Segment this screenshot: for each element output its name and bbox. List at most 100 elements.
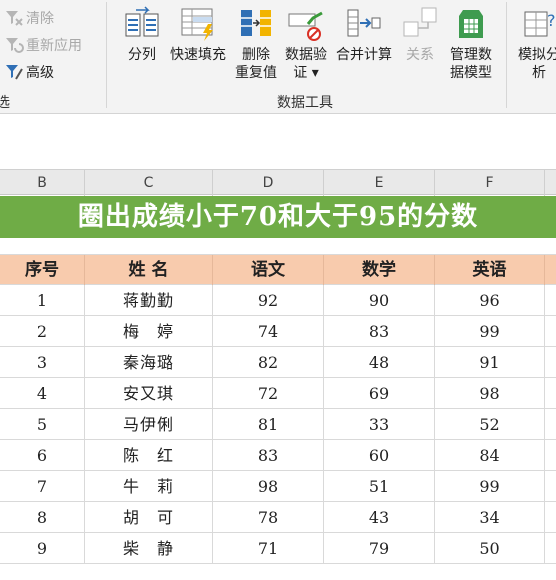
cell-math[interactable]: 33 (324, 409, 435, 440)
header-math[interactable]: 数学 (324, 255, 435, 285)
manage-data-model-line1: 管理数 (450, 47, 492, 63)
consolidate-icon (347, 9, 381, 37)
cell-english[interactable]: 34 (435, 502, 545, 533)
cell-name[interactable]: 秦海璐 (85, 347, 213, 378)
group-separator (506, 2, 507, 108)
header-number[interactable]: 序号 (0, 255, 85, 285)
table-row: 9 柴 静 71 79 50 (0, 533, 556, 564)
empty-row[interactable] (0, 565, 556, 580)
cell-math[interactable]: 43 (324, 502, 435, 533)
manage-data-model-button[interactable]: 管理数 据模型 (444, 6, 498, 82)
cell-math[interactable]: 83 (324, 316, 435, 347)
column-header-c[interactable]: C (85, 170, 213, 196)
remove-duplicates-button[interactable]: 删除 重复值 (232, 6, 280, 82)
cell-chinese[interactable]: 82 (213, 347, 324, 378)
remove-duplicates-line1: 删除 (242, 47, 270, 63)
table-row: 5 马伊俐 81 33 52 (0, 409, 556, 440)
cell-english[interactable]: 84 (435, 440, 545, 471)
what-if-line2: 析 (532, 65, 546, 81)
cell-english[interactable]: 99 (435, 316, 545, 347)
header-chinese[interactable]: 语文 (213, 255, 324, 285)
data-validation-line2: 证 ▾ (293, 65, 319, 81)
advanced-filter-icon (6, 65, 23, 80)
column-header-f[interactable]: F (435, 170, 545, 196)
data-tools-group-label: 数据工具 (277, 95, 333, 111)
data-validation-button[interactable]: 数据验 证 ▾ (282, 6, 330, 82)
cell-name[interactable]: 柴 静 (85, 533, 213, 564)
sheet-title[interactable]: 圈出成绩小于70和大于95的分数 (0, 196, 556, 238)
data-model-icon (459, 10, 483, 38)
column-header-g[interactable] (545, 170, 556, 196)
cell-number[interactable]: 1 (0, 285, 85, 316)
clear-filter-button[interactable]: 清除 (4, 8, 54, 28)
remove-duplicates-line2: 重复值 (235, 65, 277, 81)
flash-fill-button[interactable]: 快速填充 (166, 6, 230, 64)
cell-chinese[interactable]: 81 (213, 409, 324, 440)
cell-name[interactable]: 陈 红 (85, 440, 213, 471)
cell-number[interactable]: 4 (0, 378, 85, 409)
cell-number[interactable]: 9 (0, 533, 85, 564)
cell-chinese[interactable]: 74 (213, 316, 324, 347)
reapply-button[interactable]: 重新应用 (4, 35, 82, 55)
cell-name[interactable]: 蒋勤勤 (85, 285, 213, 316)
cell-english[interactable]: 98 (435, 378, 545, 409)
cell-number[interactable]: 7 (0, 471, 85, 502)
cell-english[interactable]: 99 (435, 471, 545, 502)
table-row: 8 胡 可 78 43 34 (0, 502, 556, 533)
remove-duplicates-icon (241, 10, 271, 36)
cell-math[interactable]: 51 (324, 471, 435, 502)
text-to-columns-button[interactable]: 分列 (120, 6, 164, 64)
cell-chinese[interactable]: 72 (213, 378, 324, 409)
cell-number[interactable]: 6 (0, 440, 85, 471)
table-row: 6 陈 红 83 60 84 (0, 440, 556, 471)
manage-data-model-line2: 据模型 (450, 65, 492, 81)
split-columns-icon (125, 6, 159, 37)
consolidate-button[interactable]: 合并计算 (332, 6, 396, 64)
cell-english[interactable]: 91 (435, 347, 545, 378)
cell-english[interactable]: 50 (435, 533, 545, 564)
relationships-label: 关系 (406, 47, 434, 63)
cell-english[interactable]: 96 (435, 285, 545, 316)
cell-name[interactable]: 梅 婷 (85, 316, 213, 347)
cell-name[interactable]: 胡 可 (85, 502, 213, 533)
cell-math[interactable]: 60 (324, 440, 435, 471)
cell-chinese[interactable]: 83 (213, 440, 324, 471)
cell-math[interactable]: 69 (324, 378, 435, 409)
table-row: 1 蒋勤勤 92 90 96 (0, 285, 556, 316)
column-header-e[interactable]: E (324, 170, 435, 196)
cell-chinese[interactable]: 92 (213, 285, 324, 316)
cell-number[interactable]: 5 (0, 409, 85, 440)
cell-math[interactable]: 90 (324, 285, 435, 316)
formula-gap (0, 115, 556, 168)
cell-chinese[interactable]: 98 (213, 471, 324, 502)
what-if-analysis-button[interactable]: ? 模拟分 析 (512, 6, 556, 82)
split-label: 分列 (128, 47, 156, 63)
data-validation-icon (288, 11, 323, 41)
cell-name[interactable]: 马伊俐 (85, 409, 213, 440)
cell-name[interactable]: 安又琪 (85, 378, 213, 409)
advanced-filter-label: 高级 (26, 65, 54, 81)
cell-number[interactable]: 3 (0, 347, 85, 378)
reapply-label: 重新应用 (26, 38, 82, 54)
cell-chinese[interactable]: 71 (213, 533, 324, 564)
cell-number[interactable]: 2 (0, 316, 85, 347)
table-header-row: 序号 姓 名 语文 数学 英语 (0, 255, 556, 285)
header-name[interactable]: 姓 名 (85, 255, 213, 285)
what-if-icon: ? (524, 11, 556, 37)
advanced-filter-button[interactable]: 高级 (4, 62, 54, 82)
header-english[interactable]: 英语 (435, 255, 545, 285)
relationships-button[interactable]: 关系 (398, 6, 442, 64)
cell-name[interactable]: 牛 莉 (85, 471, 213, 502)
cell-number[interactable]: 8 (0, 502, 85, 533)
clear-filter-label: 清除 (26, 11, 54, 27)
column-header-d[interactable]: D (213, 170, 324, 196)
what-if-line1: 模拟分 (518, 47, 556, 63)
column-header-b[interactable]: B (0, 170, 85, 196)
cell-english[interactable]: 52 (435, 409, 545, 440)
svg-text:?: ? (547, 11, 556, 30)
cell-math[interactable]: 79 (324, 533, 435, 564)
flash-fill-icon (181, 8, 213, 41)
cell-math[interactable]: 48 (324, 347, 435, 378)
blank-row[interactable] (0, 238, 556, 255)
cell-chinese[interactable]: 78 (213, 502, 324, 533)
